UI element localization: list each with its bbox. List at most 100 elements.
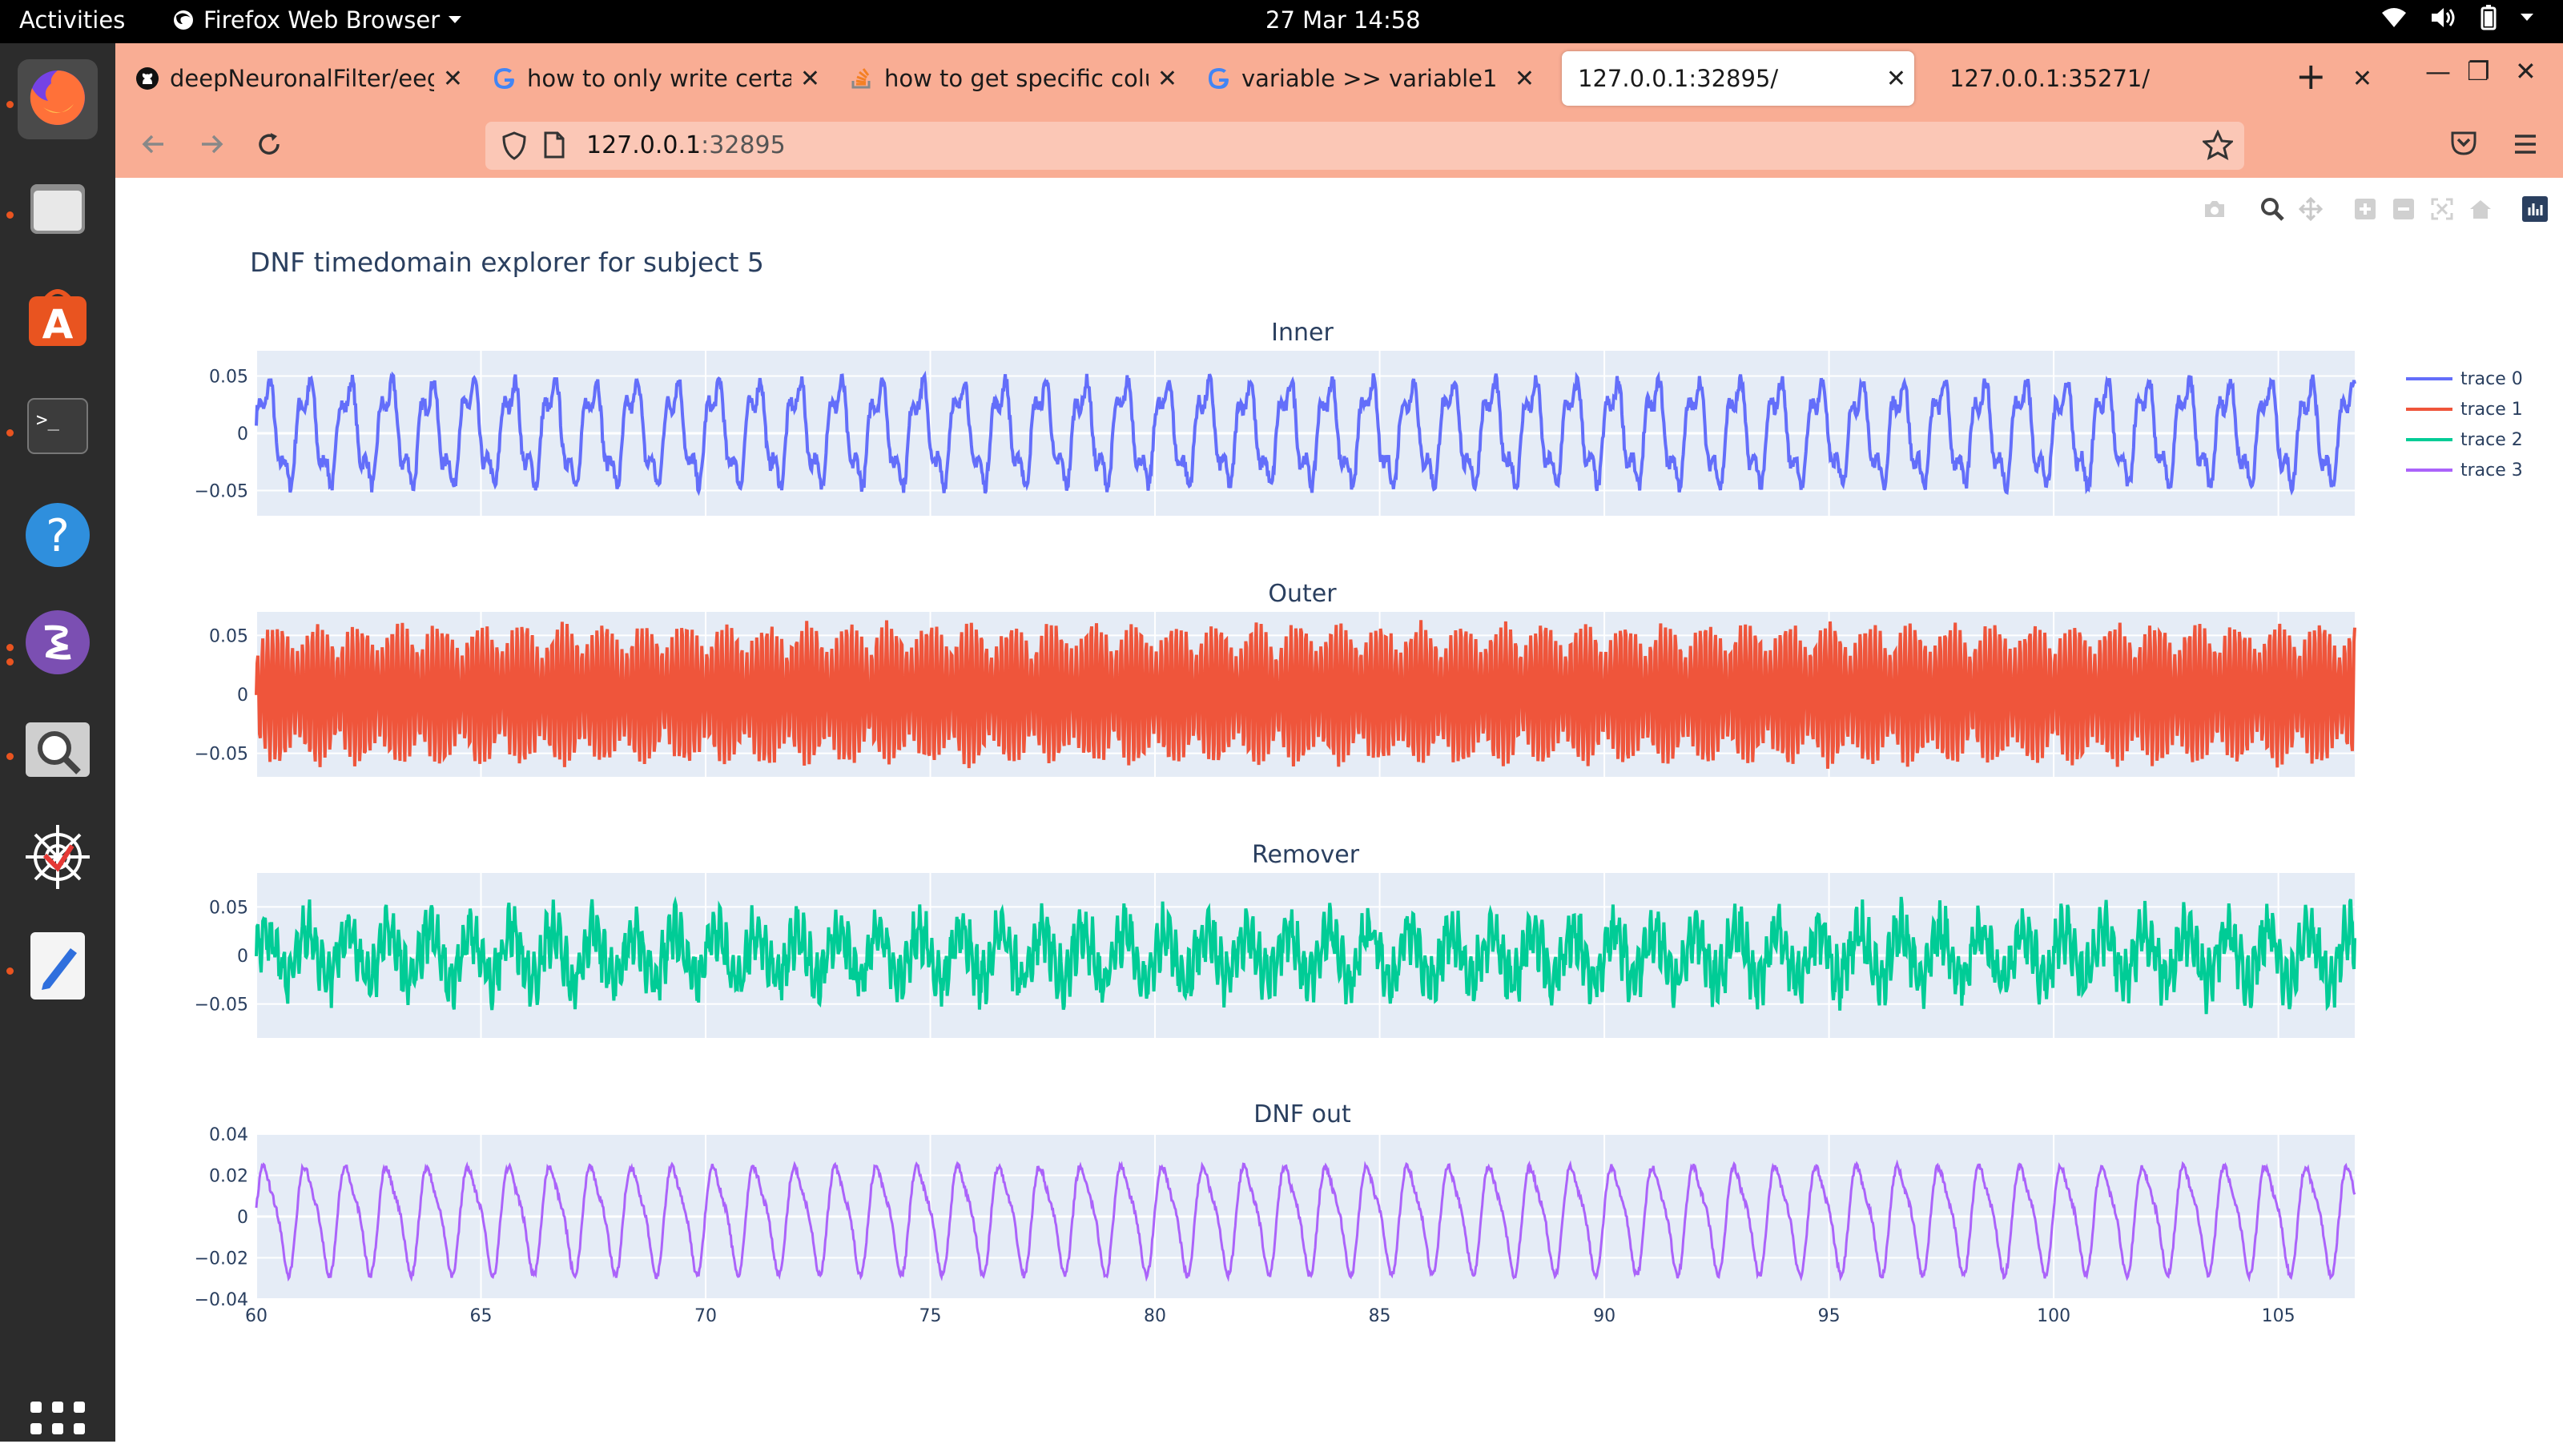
close-icon[interactable]: ✕: [1886, 65, 1906, 93]
x-tick-label: 100: [2037, 1306, 2070, 1326]
tab-active-localhost[interactable]: 127.0.0.1:32895/ ✕: [1562, 51, 1914, 106]
y-tick-label: 0.02: [209, 1167, 248, 1187]
tab-title: deepNeuronalFilter/eeg_: [170, 65, 434, 92]
activities-button[interactable]: Activities: [19, 6, 125, 34]
maximize-button[interactable]: ❐: [2467, 56, 2490, 86]
dock-emacs[interactable]: [18, 604, 98, 684]
tab-title: how to only write certain: [527, 65, 791, 92]
show-applications-button[interactable]: [30, 1402, 85, 1456]
dock-image-viewer[interactable]: [18, 711, 98, 791]
dock-software[interactable]: A: [18, 279, 98, 359]
x-tick-label: 90: [1593, 1306, 1615, 1326]
dock-terminal[interactable]: >_: [18, 388, 98, 468]
y-tick-label: −0.05: [195, 995, 248, 1016]
firefox-icon: [27, 67, 88, 131]
x-tick-label: 75: [919, 1306, 942, 1326]
url-text[interactable]: 127.0.0.1:32895: [586, 131, 786, 159]
legend-label: trace 3: [2460, 460, 2523, 481]
wifi-icon: [2380, 6, 2408, 29]
back-button[interactable]: [138, 128, 170, 167]
tab-title: 127.0.0.1:32895/: [1578, 65, 1779, 92]
x-tick-label: 70: [694, 1306, 717, 1326]
y-tick-label: −0.05: [195, 745, 248, 765]
text-editor-icon: [29, 931, 87, 1004]
svg-text:A: A: [42, 301, 74, 348]
dock-web-scraper[interactable]: [18, 818, 98, 899]
y-tick-label: −0.05: [195, 482, 248, 502]
y-tick-label: 0.05: [209, 898, 248, 918]
window-close-button[interactable]: ✕: [2515, 56, 2537, 86]
legend[interactable]: trace 0 trace 1 trace 2 trace 3: [2406, 364, 2523, 485]
clock[interactable]: 27 Mar 14:58: [1265, 6, 1421, 34]
app-menu[interactable]: Firefox Web Browser: [171, 6, 462, 34]
legend-item[interactable]: trace 2: [2406, 424, 2523, 455]
help-icon: ?: [24, 501, 91, 572]
running-indicator: [6, 753, 14, 760]
app-name: Firefox Web Browser: [203, 6, 441, 34]
running-indicator: [6, 967, 14, 975]
pocket-icon[interactable]: [2449, 128, 2478, 164]
dock-help[interactable]: ?: [18, 497, 98, 577]
legend-item[interactable]: trace 1: [2406, 394, 2523, 424]
y-tick-label: 0.04: [209, 1125, 248, 1145]
url-bar[interactable]: 127.0.0.1:32895: [485, 122, 2244, 170]
dock: A >_ ?: [0, 43, 115, 1456]
reload-button[interactable]: [253, 128, 285, 167]
tab-stackoverflow[interactable]: how to get specific colum ✕: [844, 51, 1185, 106]
tab-title: variable >> variable1 >> v: [1241, 65, 1506, 92]
dock-text-editor[interactable]: [18, 927, 98, 1008]
legend-swatch: [2406, 377, 2452, 380]
tab-github[interactable]: deepNeuronalFilter/eeg_ ✕: [130, 51, 471, 106]
page-content: DNF timedomain explorer for subject 5 In…: [115, 178, 2563, 1442]
hamburger-menu-icon[interactable]: [2512, 128, 2539, 163]
subplots-svg[interactable]: 0.05 0 −0.05 0.05 0 −0.05 0.05 0 −0.05 0.04 0.02 0 −…: [115, 178, 2563, 1379]
y-tick-label: 0: [237, 686, 248, 706]
y-tick-label: 0.05: [209, 626, 248, 646]
bookmark-star-icon[interactable]: [2201, 129, 2235, 163]
chevron-down-icon: [2520, 13, 2534, 22]
page-icon: [543, 131, 565, 162]
x-tick-label: 95: [1818, 1306, 1841, 1326]
legend-item[interactable]: trace 3: [2406, 455, 2523, 485]
y-tick-label: 0: [237, 947, 248, 967]
shield-icon[interactable]: [501, 131, 527, 163]
chevron-down-icon: [448, 15, 462, 25]
y-tick-label: 0: [237, 424, 248, 444]
tab-google-2[interactable]: variable >> variable1 >> v ✕: [1201, 51, 1543, 106]
running-indicator: [6, 101, 14, 108]
spider-web-icon: [22, 822, 93, 895]
legend-label: trace 0: [2460, 368, 2523, 389]
close-icon[interactable]: ✕: [800, 65, 820, 93]
minimize-button[interactable]: —: [2425, 56, 2451, 86]
system-tray[interactable]: [2380, 5, 2534, 30]
stackoverflow-icon: [849, 66, 875, 91]
close-icon[interactable]: ✕: [1157, 65, 1177, 93]
close-icon[interactable]: ✕: [2352, 65, 2372, 93]
x-tick-label: 85: [1369, 1306, 1391, 1326]
legend-swatch: [2406, 408, 2452, 411]
close-icon[interactable]: ✕: [1515, 65, 1535, 93]
tab-bar: deepNeuronalFilter/eeg_ ✕ how to only wr…: [115, 43, 2563, 114]
running-indicator: [6, 429, 14, 436]
svg-text:>_: >_: [36, 408, 59, 431]
y-tick-label: 0: [237, 1208, 248, 1228]
y-tick-label: −0.04: [195, 1290, 248, 1310]
close-icon[interactable]: ✕: [443, 65, 463, 93]
running-indicator: [6, 211, 14, 219]
navigation-bar: 127.0.0.1:32895: [115, 114, 2563, 178]
x-tick-label: 60: [245, 1306, 268, 1326]
files-icon: [27, 179, 88, 240]
dock-firefox[interactable]: [18, 59, 98, 139]
firefox-small-icon: [171, 8, 195, 32]
dock-files[interactable]: [18, 170, 98, 250]
github-icon: [135, 66, 160, 91]
new-tab-button[interactable]: +: [2295, 54, 2327, 98]
y-tick-label: −0.02: [195, 1249, 248, 1269]
forward-button[interactable]: [195, 128, 227, 167]
tab-google-1[interactable]: how to only write certain ✕: [487, 51, 828, 106]
volume-icon: [2430, 6, 2457, 30]
x-tick-label: 65: [470, 1306, 493, 1326]
legend-item[interactable]: trace 0: [2406, 364, 2523, 394]
legend-swatch: [2406, 469, 2452, 472]
terminal-icon: >_: [26, 397, 89, 458]
